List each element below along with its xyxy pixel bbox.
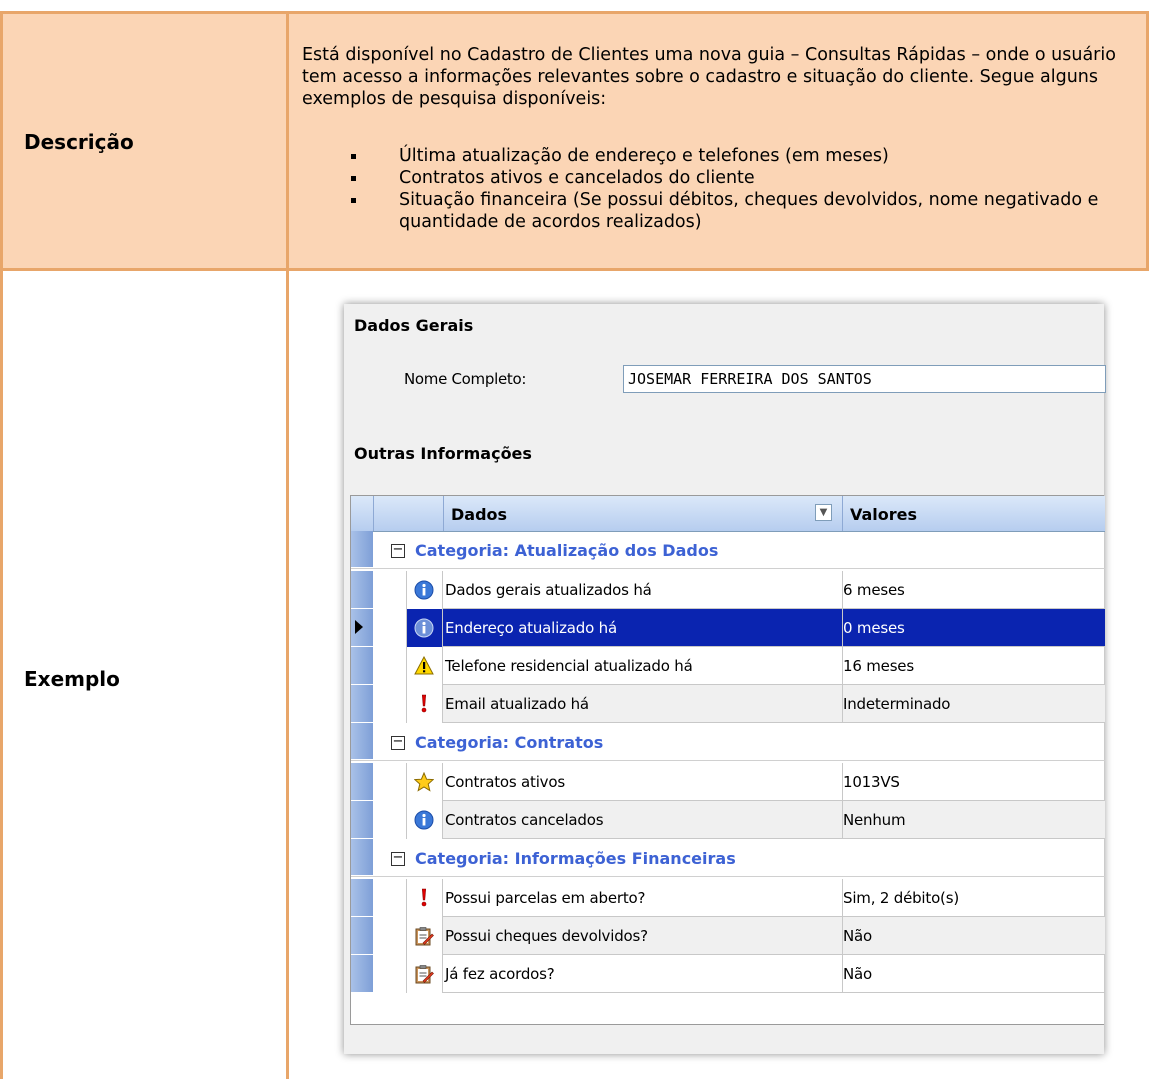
collapse-icon[interactable]: − (391, 735, 405, 750)
nome-completo-label: Nome Completo: (404, 370, 527, 388)
bullet-item: Situação financeira (Se possui débitos, … (351, 189, 1138, 233)
clipboard-icon (415, 965, 434, 984)
row-valor: 1013VS (843, 773, 900, 791)
info-icon (414, 580, 434, 600)
category-title: Categoria: Informações Financeiras (415, 849, 736, 868)
document-table: Descrição Exemplo Está disponível no Cad… (0, 0, 1149, 1079)
star-icon (414, 772, 434, 792)
table-row-selected[interactable]: Endereço atualizado há 0 meses (351, 609, 1105, 647)
row-indicator (351, 723, 373, 760)
grid-header: Dados ▼ Valores (351, 496, 1105, 532)
bullet-item: Última atualização de endereço e telefon… (351, 145, 1138, 167)
consultas-rapidas-window: Dados Gerais Nome Completo: JOSEMAR FERR… (344, 304, 1106, 1054)
category-row[interactable]: − Categoria: Atualização dos Dados (351, 531, 1105, 569)
column-separator (842, 496, 843, 531)
row-indicator (351, 763, 373, 801)
row-valor: Não (843, 965, 872, 983)
table-border-top (0, 11, 1149, 14)
table-row[interactable]: Email atualizado há Indeterminado (351, 685, 1105, 723)
bullet-list: Última atualização de endereço e telefon… (351, 145, 1138, 233)
row-indicator (351, 647, 373, 685)
category-row[interactable]: − Categoria: Contratos (351, 723, 1105, 761)
info-grid: Dados ▼ Valores − Categoria: Atualização… (350, 495, 1105, 1025)
row-dado: Endereço atualizado há (445, 619, 617, 637)
table-row[interactable]: Já fez acordos? Não (351, 955, 1105, 993)
exemplo-label: Exemplo (24, 667, 120, 691)
row-valor: 0 meses (843, 619, 905, 637)
exclamation-icon (421, 694, 427, 713)
filter-dropdown-icon[interactable]: ▼ (815, 504, 832, 521)
bullet-item: Contratos ativos e cancelados do cliente (351, 167, 1138, 189)
row-valor: Nenhum (843, 811, 906, 829)
table-row[interactable]: Telefone residencial atualizado há 16 me… (351, 647, 1105, 685)
row-indicator (351, 879, 373, 917)
row-valor: Não (843, 927, 872, 945)
category-title: Categoria: Contratos (415, 733, 604, 752)
category-row[interactable]: − Categoria: Informações Financeiras (351, 839, 1105, 877)
nome-completo-input[interactable]: JOSEMAR FERREIRA DOS SANTOS (623, 365, 1106, 393)
row-dado: Telefone residencial atualizado há (445, 657, 693, 675)
category-title: Categoria: Atualização dos Dados (415, 541, 719, 560)
current-row-arrow-icon (355, 620, 363, 634)
row-dado: Contratos cancelados (445, 811, 604, 829)
row-dado: Dados gerais atualizados há (445, 581, 652, 599)
header-expander-cell (373, 496, 444, 531)
collapse-icon[interactable]: − (391, 851, 405, 866)
info-icon (414, 618, 434, 638)
row-dado: Possui parcelas em aberto? (445, 889, 646, 907)
exclamation-icon (421, 888, 427, 907)
row-dado: Possui cheques devolvidos? (445, 927, 648, 945)
header-indicator-cell (351, 496, 374, 531)
row-valor: Indeterminado (843, 695, 951, 713)
row-dado: Email atualizado há (445, 695, 589, 713)
row-valor: 16 meses (843, 657, 914, 675)
row-indicator (351, 917, 373, 955)
row-indicator (351, 839, 373, 876)
outras-informacoes-heading: Outras Informações (354, 444, 532, 463)
table-row[interactable]: Contratos ativos 1013VS (351, 763, 1105, 801)
table-row[interactable]: Dados gerais atualizados há 6 meses (351, 571, 1105, 609)
table-border-left (0, 11, 3, 1079)
table-row[interactable]: Contratos cancelados Nenhum (351, 801, 1105, 839)
row-dado: Contratos ativos (445, 773, 565, 791)
descricao-label: Descrição (24, 130, 134, 154)
row-indicator (351, 571, 373, 609)
warning-icon (414, 656, 434, 675)
row-indicator (351, 801, 373, 839)
row-dado: Já fez acordos? (445, 965, 555, 983)
table-border-middle (0, 268, 1149, 271)
table-border-column (286, 11, 289, 1079)
row-valor: Sim, 2 débito(s) (843, 889, 959, 907)
row-indicator (351, 955, 373, 993)
column-header-dados[interactable]: Dados (451, 505, 507, 524)
dados-gerais-heading: Dados Gerais (354, 316, 474, 335)
collapse-icon[interactable]: − (391, 543, 405, 558)
column-header-valores[interactable]: Valores (850, 505, 917, 524)
row-indicator (351, 685, 373, 723)
row-indicator (351, 531, 373, 568)
info-icon (414, 810, 434, 830)
clipboard-icon (415, 927, 434, 946)
row-indicator (351, 609, 373, 647)
table-row[interactable]: Possui cheques devolvidos? Não (351, 917, 1105, 955)
table-row[interactable]: Possui parcelas em aberto? Sim, 2 débito… (351, 879, 1105, 917)
row-valor: 6 meses (843, 581, 905, 599)
description-text: Está disponível no Cadastro de Clientes … (302, 45, 1116, 109)
